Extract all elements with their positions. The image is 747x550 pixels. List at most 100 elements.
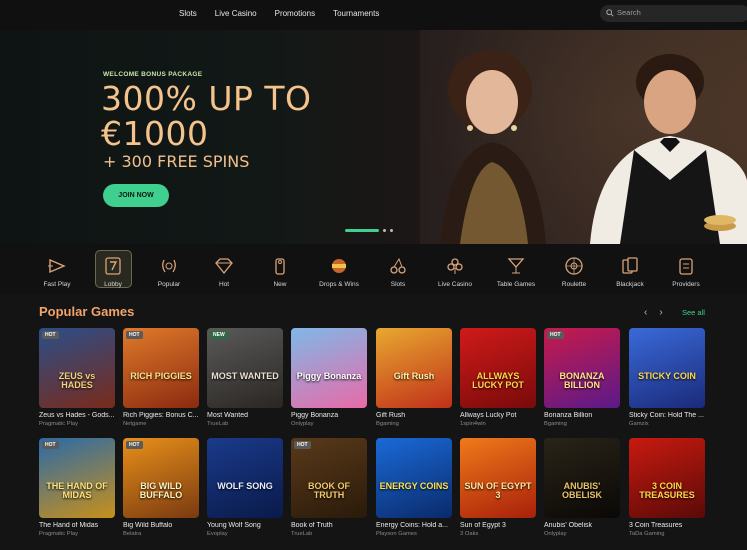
game-card[interactable]: WOLF SONG Young Wolf Song Evoplay — [207, 438, 283, 537]
game-thumbnail[interactable]: 3 COIN TREASURES — [629, 438, 705, 518]
game-thumbnail[interactable]: HOT THE HAND OF MIDAS — [39, 438, 115, 518]
next-arrow-icon[interactable]: › — [659, 307, 662, 318]
cherries-icon — [390, 257, 406, 274]
game-card[interactable]: STICKY COIN Sticky Coin: Hold The ... Gamz… — [629, 328, 705, 427]
game-thumbnail[interactable]: SUN OF EGYPT 3 — [460, 438, 536, 518]
game-title[interactable]: Bonanza Billion — [544, 412, 620, 419]
nav-link-promotions[interactable]: Promotions — [266, 0, 324, 30]
game-provider: Onlyplay — [291, 421, 314, 427]
game-title[interactable]: The Hand of Midas — [39, 522, 115, 529]
game-provider: 3 Oaks — [460, 531, 479, 537]
category-slots[interactable]: Slots — [370, 254, 426, 294]
game-card[interactable]: Gift Rush Gift Rush Bgaming — [376, 328, 452, 427]
carousel-dot-active[interactable] — [345, 229, 379, 232]
join-now-button[interactable]: JOIN NOW — [103, 184, 169, 207]
game-title[interactable]: Piggy Bonanza — [291, 412, 367, 419]
hero-banner[interactable]: WELCOME BONUS PACKAGE 300% UP TO €1000 +… — [0, 30, 747, 244]
nav-link-slots[interactable]: Slots — [170, 0, 206, 30]
game-thumbnail[interactable]: ANUBIS' OBELISK — [544, 438, 620, 518]
category-label: Slots — [390, 281, 406, 288]
game-thumbnail[interactable]: Gift Rush — [376, 328, 452, 408]
game-thumbnail[interactable]: ENERGY COINS — [376, 438, 452, 518]
game-logo: ANUBIS' OBELISK — [561, 481, 602, 500]
game-card[interactable]: HOT BIG WILD BUFFALO Big Wild Buffalo Belat… — [123, 438, 199, 537]
game-card[interactable]: HOT THE HAND OF MIDAS The Hand of Midas Pra… — [39, 438, 115, 537]
game-card[interactable]: ALLWAYS LUCKY POT Allways Lucky Pot 1spin4… — [460, 328, 536, 427]
game-title[interactable]: Big Wild Buffalo — [123, 522, 199, 529]
game-badge: HOT — [126, 441, 143, 449]
game-thumbnail[interactable]: HOT BOOK OF TRUTH — [291, 438, 367, 518]
game-logo: MOST WANTED — [211, 371, 279, 381]
nav-link-live-casino[interactable]: Live Casino — [206, 0, 266, 30]
game-thumbnail[interactable]: HOT BIG WILD BUFFALO — [123, 438, 199, 518]
game-provider: TrueLab — [291, 531, 313, 537]
category-bar: Fast Play Lobby Popular Hot New Drops & … — [0, 244, 747, 294]
category-popular[interactable]: Popular — [141, 254, 197, 294]
hero-subheadline: + 300 FREE SPINS — [103, 152, 250, 171]
game-badge: HOT — [126, 331, 143, 339]
game-thumbnail[interactable]: STICKY COIN — [629, 328, 705, 408]
carousel-dot[interactable] — [383, 229, 386, 232]
category-table-games[interactable]: Table Games — [488, 254, 544, 294]
game-badge: HOT — [547, 331, 564, 339]
game-card[interactable]: HOT BOOK OF TRUTH Book of Truth TrueLab — [291, 438, 367, 537]
see-all-link[interactable]: See all — [682, 308, 705, 317]
game-card[interactable]: ENERGY COINS Energy Coins: Hold a... Plays… — [376, 438, 452, 537]
game-badge: HOT — [42, 331, 59, 339]
game-title[interactable]: Sticky Coin: Hold The ... — [629, 412, 705, 419]
game-card[interactable]: ANUBIS' OBELISK Anubis' Obelisk Onlyplay — [544, 438, 620, 537]
category-drops-wins[interactable]: Drops & Wins — [311, 254, 367, 294]
category-lobby[interactable]: Lobby — [85, 250, 141, 294]
game-card[interactable]: HOT RICH PIGGIES Rich Piggies: Bonus C... N… — [123, 328, 199, 427]
game-thumbnail[interactable]: HOT BONANZA BILLION — [544, 328, 620, 408]
category-providers[interactable]: Providers — [658, 254, 714, 294]
game-title[interactable]: Gift Rush — [376, 412, 452, 419]
search-placeholder: Search — [617, 8, 641, 17]
category-fast-play[interactable]: Fast Play — [29, 254, 85, 294]
game-title[interactable]: Rich Piggies: Bonus C... — [123, 412, 199, 419]
game-card[interactable]: Piggy Bonanza Piggy Bonanza Onlyplay — [291, 328, 367, 427]
nav-link-tournaments[interactable]: Tournaments — [324, 0, 388, 30]
game-thumbnail[interactable]: NEW MOST WANTED — [207, 328, 283, 408]
game-card[interactable]: SUN OF EGYPT 3 Sun of Egypt 3 3 Oaks — [460, 438, 536, 537]
drops-wins-icon — [332, 259, 346, 273]
category-live-casino[interactable]: Live Casino — [427, 254, 483, 294]
game-badge: NEW — [210, 331, 228, 339]
category-new[interactable]: New — [252, 254, 308, 294]
game-title[interactable]: Zeus vs Hades - Gods... — [39, 412, 115, 419]
game-logo: BIG WILD BUFFALO — [139, 481, 183, 500]
game-title[interactable]: Sun of Egypt 3 — [460, 522, 536, 529]
game-title[interactable]: 3 Coin Treasures — [629, 522, 705, 529]
game-thumbnail[interactable]: ALLWAYS LUCKY POT — [460, 328, 536, 408]
playing-cards-icon — [622, 257, 638, 274]
game-title[interactable]: Most Wanted — [207, 412, 283, 419]
game-thumbnail[interactable]: HOT RICH PIGGIES — [123, 328, 199, 408]
search-input[interactable]: Search — [600, 5, 747, 22]
category-label: New — [273, 281, 287, 288]
game-title[interactable]: Allways Lucky Pot — [460, 412, 536, 419]
game-title[interactable]: Book of Truth — [291, 522, 367, 529]
game-card[interactable]: HOT BONANZA BILLION Bonanza Billion Bgaming — [544, 328, 620, 427]
game-thumbnail[interactable]: Piggy Bonanza — [291, 328, 367, 408]
game-thumbnail[interactable]: WOLF SONG — [207, 438, 283, 518]
game-logo: RICH PIGGIES — [130, 371, 192, 381]
category-blackjack[interactable]: Blackjack — [602, 254, 658, 294]
main-menu: Slots Live Casino Promotions Tournaments — [170, 0, 388, 30]
category-label: Blackjack — [616, 281, 644, 288]
game-title[interactable]: Young Wolf Song — [207, 522, 283, 529]
game-card[interactable]: NEW MOST WANTED Most Wanted TrueLab — [207, 328, 283, 427]
prev-arrow-icon[interactable]: ‹ — [644, 307, 647, 318]
cocktail-icon — [507, 258, 525, 274]
game-logo: ZEUS vs HADES — [58, 371, 96, 390]
game-thumbnail[interactable]: HOT ZEUS vs HADES — [39, 328, 115, 408]
game-title[interactable]: Energy Coins: Hold a... — [376, 522, 452, 529]
category-label: Fast Play — [43, 281, 71, 288]
category-roulette[interactable]: Roulette — [546, 254, 602, 294]
top-nav: Slots Live Casino Promotions Tournaments… — [0, 0, 747, 30]
carousel-dot[interactable] — [390, 229, 393, 232]
game-title[interactable]: Anubis' Obelisk — [544, 522, 620, 529]
category-hot[interactable]: Hot — [196, 254, 252, 294]
game-card[interactable]: 3 COIN TREASURES 3 Coin Treasures TaDa Gam… — [629, 438, 705, 537]
game-provider: 1spin4win — [460, 421, 486, 427]
game-card[interactable]: HOT ZEUS vs HADES Zeus vs Hades - Gods... P… — [39, 328, 115, 427]
